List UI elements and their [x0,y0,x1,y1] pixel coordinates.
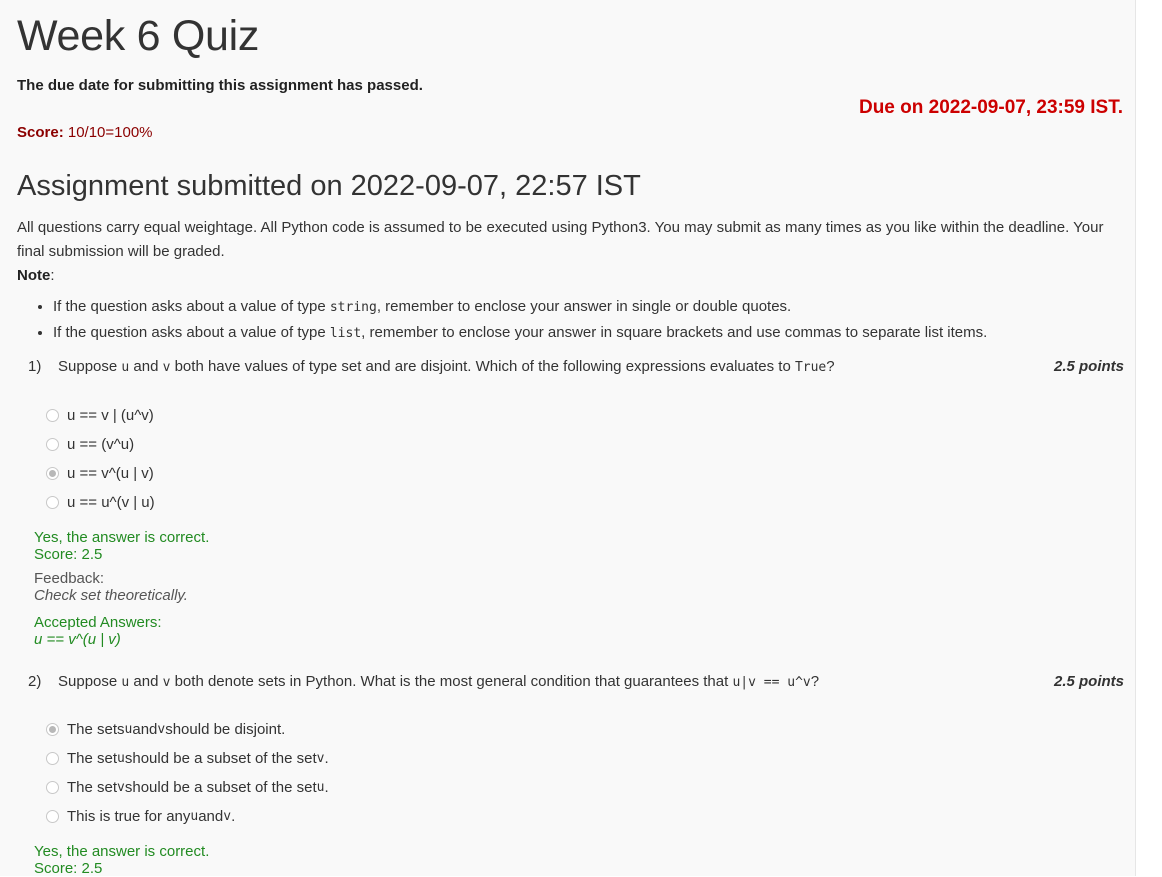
option-code: u [124,722,133,737]
score-label: Score: [17,124,64,141]
option[interactable]: The set u should be a subset of the set … [46,744,1124,773]
option-code: u [117,751,125,766]
question-2: 2) Suppose u and v both denote sets in Py… [28,672,1124,877]
result-score: Score: 2.5 [34,546,103,563]
question-text: ? [826,358,835,375]
option-label: u == u^(v | u) [67,494,155,511]
note-label: Note [17,267,51,284]
accepted-answers-label: Accepted Answers: [34,614,162,631]
option-label: The set [67,779,118,796]
question-text: ? [810,673,820,690]
question-code: u|v == u^v [732,675,811,690]
result-score: Score: 2.5 [34,860,103,877]
question-text: and [129,673,163,690]
accepted-answer: u == v^(u | v) [34,631,121,648]
option[interactable]: The set v should be a subset of the set … [46,773,1124,802]
option-label: should be a subset of the set [124,750,317,767]
question-1: 1) Suppose u and v both have values of ty… [28,357,1124,648]
options-list: The sets u and v should be disjoint. The… [28,715,1124,831]
due-date: Due on 2022-09-07, 23:59 IST. [858,97,1123,118]
rule-code: string [329,300,377,315]
radio-button[interactable] [46,409,59,422]
option-label: . [324,779,329,796]
radio-button[interactable] [46,752,59,765]
question-text: and [129,358,163,375]
result-message: Yes, the answer is correct. [34,843,210,860]
question-1-result: Yes, the answer is correct. Score: 2.5 F… [28,529,1124,648]
option[interactable]: u == v | (u^v) [46,401,1124,430]
option-label: and [198,808,224,825]
question-text: Suppose [58,673,122,690]
option[interactable]: u == v^(u | v) [46,459,1124,488]
radio-button-selected[interactable] [46,467,59,480]
note: Note: [17,264,1127,288]
option-code: v [223,809,232,824]
question-points: 2.5 points [1053,358,1124,375]
option-label: u == v^(u | v) [67,465,154,482]
question-points: 2.5 points [1053,673,1124,690]
option[interactable]: u == u^(v | u) [46,488,1124,517]
note-colon: : [50,267,55,284]
option-label: u == v | (u^v) [67,407,154,424]
instructions: All questions carry equal weightage. All… [17,216,1127,288]
question-number: 1) [28,358,42,375]
options-list: u == v | (u^v) u == (v^u) u == v^(u | v)… [28,401,1124,517]
radio-button[interactable] [46,496,59,509]
overall-score: Score: 10/10=100% [17,124,153,141]
option-code: u [190,809,199,824]
instructions-text: All questions carry equal weightage. All… [17,219,1104,260]
submission-heading: Assignment submitted on 2022-09-07, 22:5… [17,170,641,202]
option-label: . [231,808,236,825]
rule-text: If the question asks about a value of ty… [53,324,330,341]
rule-code: list [329,326,362,341]
option-code: v [157,722,166,737]
option-label: The sets [67,721,125,738]
result-message: Yes, the answer is correct. [34,529,210,546]
assignment-panel: Week 6 Quiz The due date for submitting … [0,0,1136,877]
question-1-header: 1) Suppose u and v both have values of ty… [28,357,1124,378]
option-label: The set [67,750,118,767]
option-code: v [117,780,125,795]
feedback-text: Check set theoretically. [34,587,188,604]
rule-text: , remember to enclose your answer in squ… [361,324,988,341]
page-title: Week 6 Quiz [17,12,260,60]
option-code: u [316,780,325,795]
option-label: should be disjoint. [165,721,286,738]
option-label: u == (v^u) [67,436,135,453]
question-2-result: Yes, the answer is correct. Score: 2.5 [28,843,1124,877]
option-code: v [316,751,325,766]
rule-item: If the question asks about a value of ty… [53,294,1162,320]
question-code: True [794,360,827,375]
radio-button[interactable] [46,810,59,823]
rule-text: , remember to enclose your answer in sin… [376,298,792,315]
option[interactable]: This is true for any u and v. [46,802,1124,831]
rule-text: If the question asks about a value of ty… [53,298,330,315]
option-label: . [324,750,329,767]
question-number: 2) [28,673,42,690]
option-label: and [132,721,158,738]
rule-item: If the question asks about a value of ty… [53,320,1162,346]
due-passed-notice: The due date for submitting this assignm… [17,77,423,94]
feedback-label: Feedback: [34,570,105,587]
option[interactable]: The sets u and v should be disjoint. [46,715,1124,744]
question-text: both have values of type set and are dis… [170,358,795,375]
note-rules: If the question asks about a value of ty… [17,294,1162,346]
score-value: 10/10=100% [67,124,153,141]
radio-button-selected[interactable] [46,723,59,736]
question-2-header: 2) Suppose u and v both denote sets in Py… [28,672,1124,693]
question-text: both denote sets in Python. What is the … [170,673,733,690]
option[interactable]: u == (v^u) [46,430,1124,459]
radio-button[interactable] [46,781,59,794]
radio-button[interactable] [46,438,59,451]
option-label: should be a subset of the set [124,779,317,796]
question-text: Suppose [58,358,122,375]
option-label: This is true for any [67,808,191,825]
